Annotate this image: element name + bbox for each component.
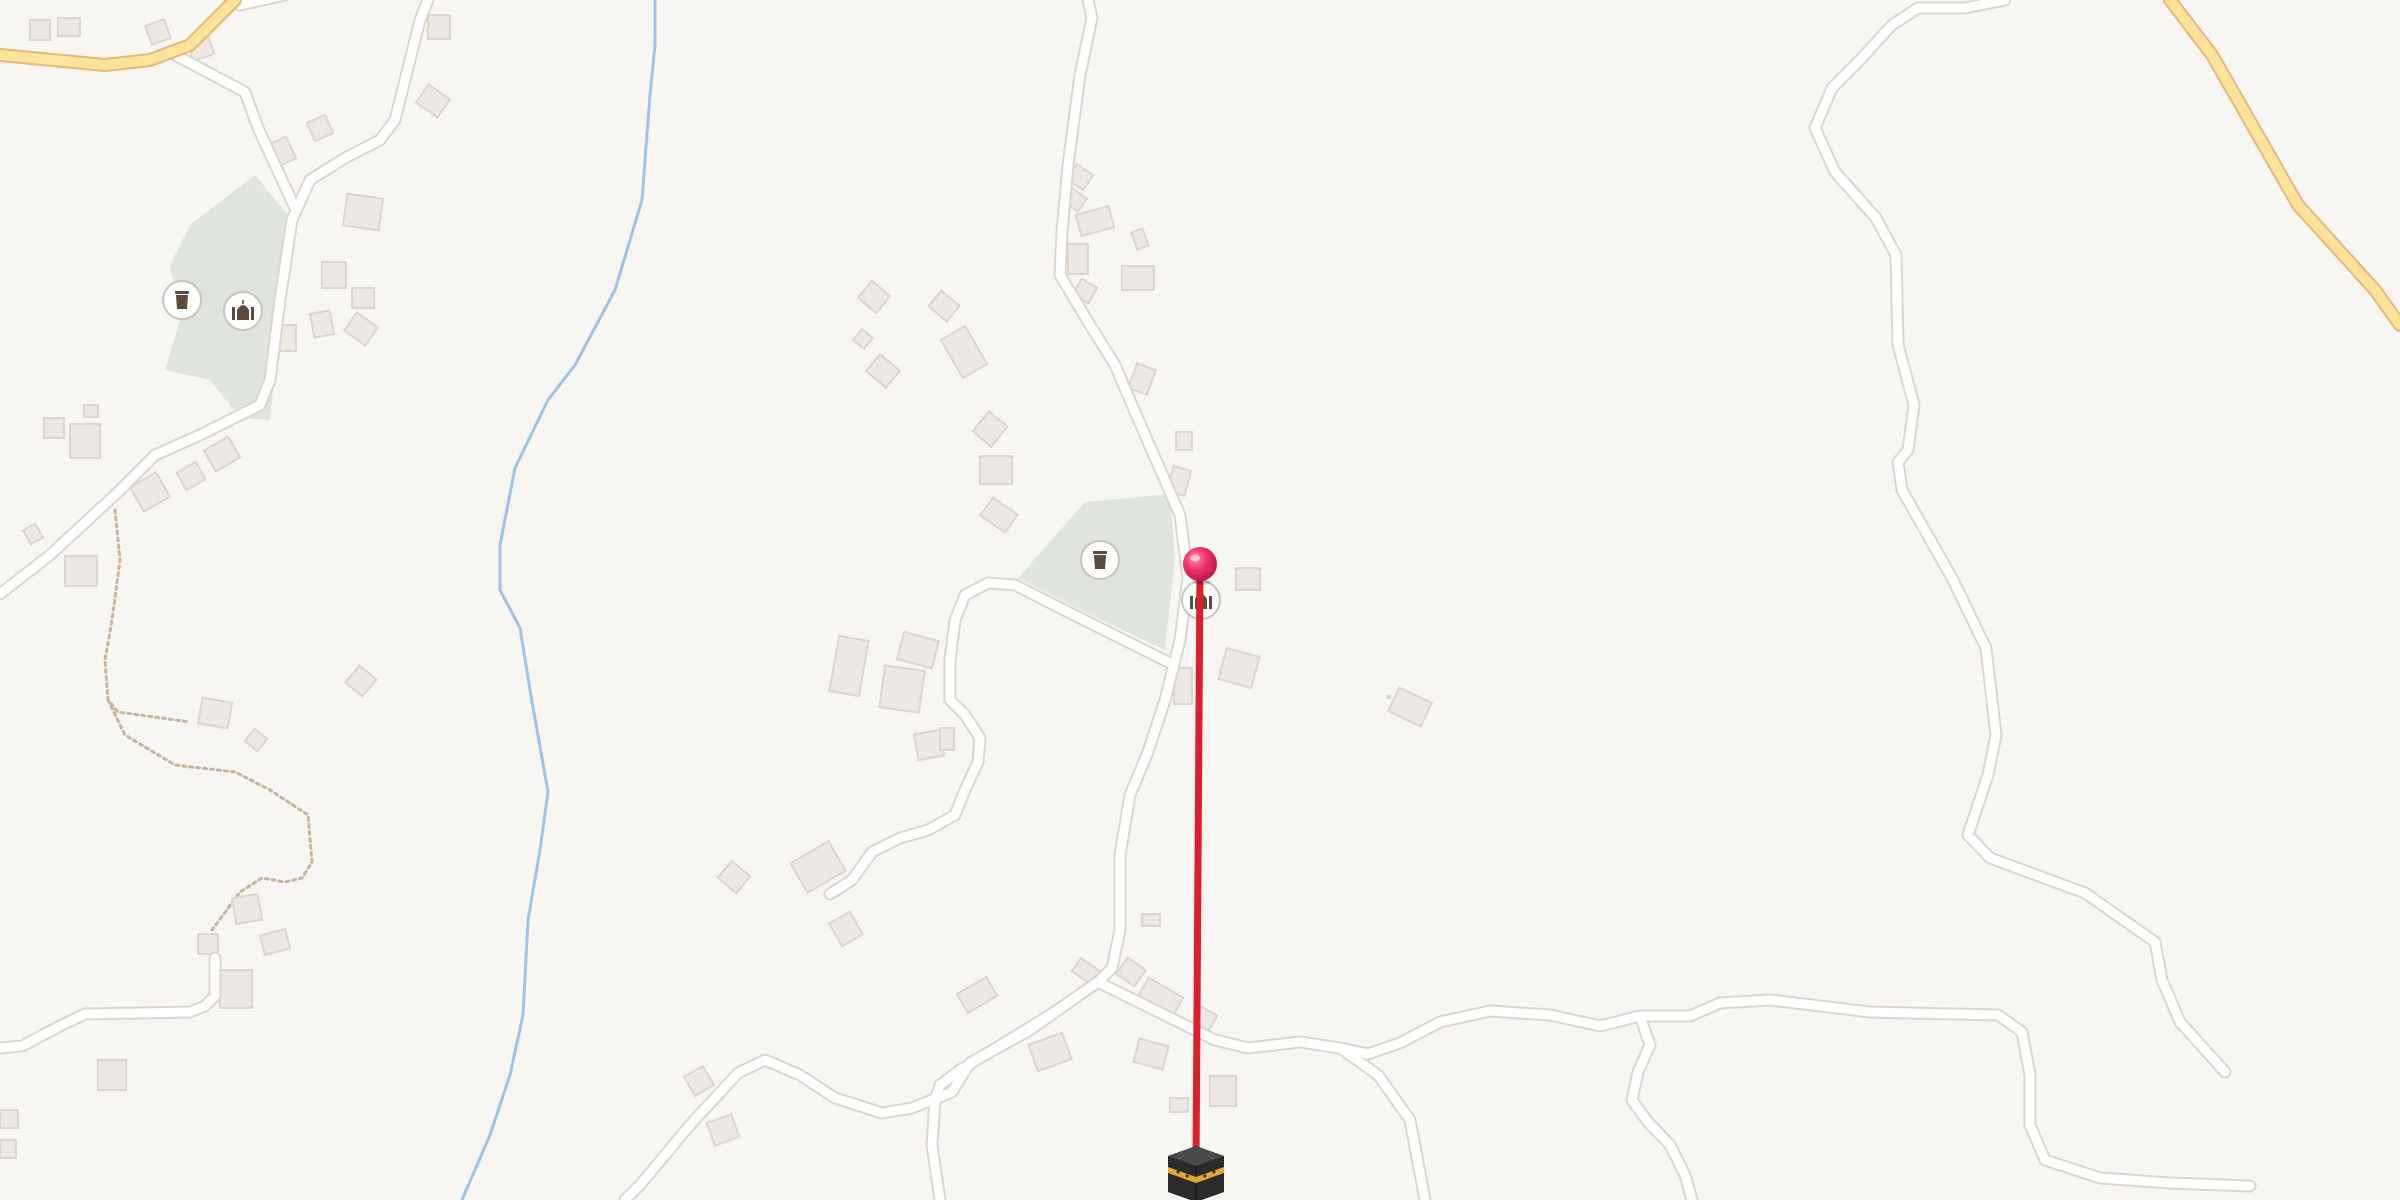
- building: [1209, 1075, 1237, 1107]
- poi-mosque-1[interactable]: [223, 291, 263, 331]
- building: [97, 1059, 127, 1091]
- building: [0, 1109, 19, 1129]
- building: [83, 404, 99, 418]
- pink-location-pin-icon: [1183, 547, 1217, 581]
- building: [321, 261, 347, 289]
- map-view[interactable]: [0, 0, 2400, 1200]
- kaaba-icon: [1168, 1146, 1224, 1200]
- building: [57, 17, 81, 37]
- building: [1141, 913, 1161, 927]
- building: [0, 1139, 17, 1159]
- building: [308, 309, 336, 339]
- pin-highlight: [1190, 554, 1200, 562]
- poi-cemetery-1[interactable]: [162, 280, 202, 320]
- building: [1121, 265, 1155, 291]
- building: [1175, 431, 1193, 451]
- kaaba-marker[interactable]: [1168, 1146, 1224, 1200]
- building: [230, 892, 264, 926]
- building: [43, 417, 65, 439]
- building: [878, 664, 926, 714]
- building: [1235, 567, 1261, 591]
- cemetery-icon: [175, 291, 189, 309]
- building: [979, 455, 1013, 485]
- building: [196, 696, 234, 730]
- building: [219, 969, 253, 1009]
- poi-cemetery-2[interactable]: [1080, 540, 1120, 580]
- building: [197, 933, 219, 955]
- building: [69, 423, 101, 459]
- building: [427, 14, 451, 40]
- building: [1169, 1097, 1189, 1113]
- building: [64, 555, 98, 587]
- building: [1067, 243, 1089, 275]
- building: [341, 192, 385, 232]
- building: [351, 287, 375, 309]
- building: [1387, 695, 1391, 699]
- cemetery-icon: [1093, 551, 1107, 569]
- qibla-direction-line: [1192, 564, 1204, 1166]
- building: [29, 19, 51, 41]
- building: [939, 727, 955, 751]
